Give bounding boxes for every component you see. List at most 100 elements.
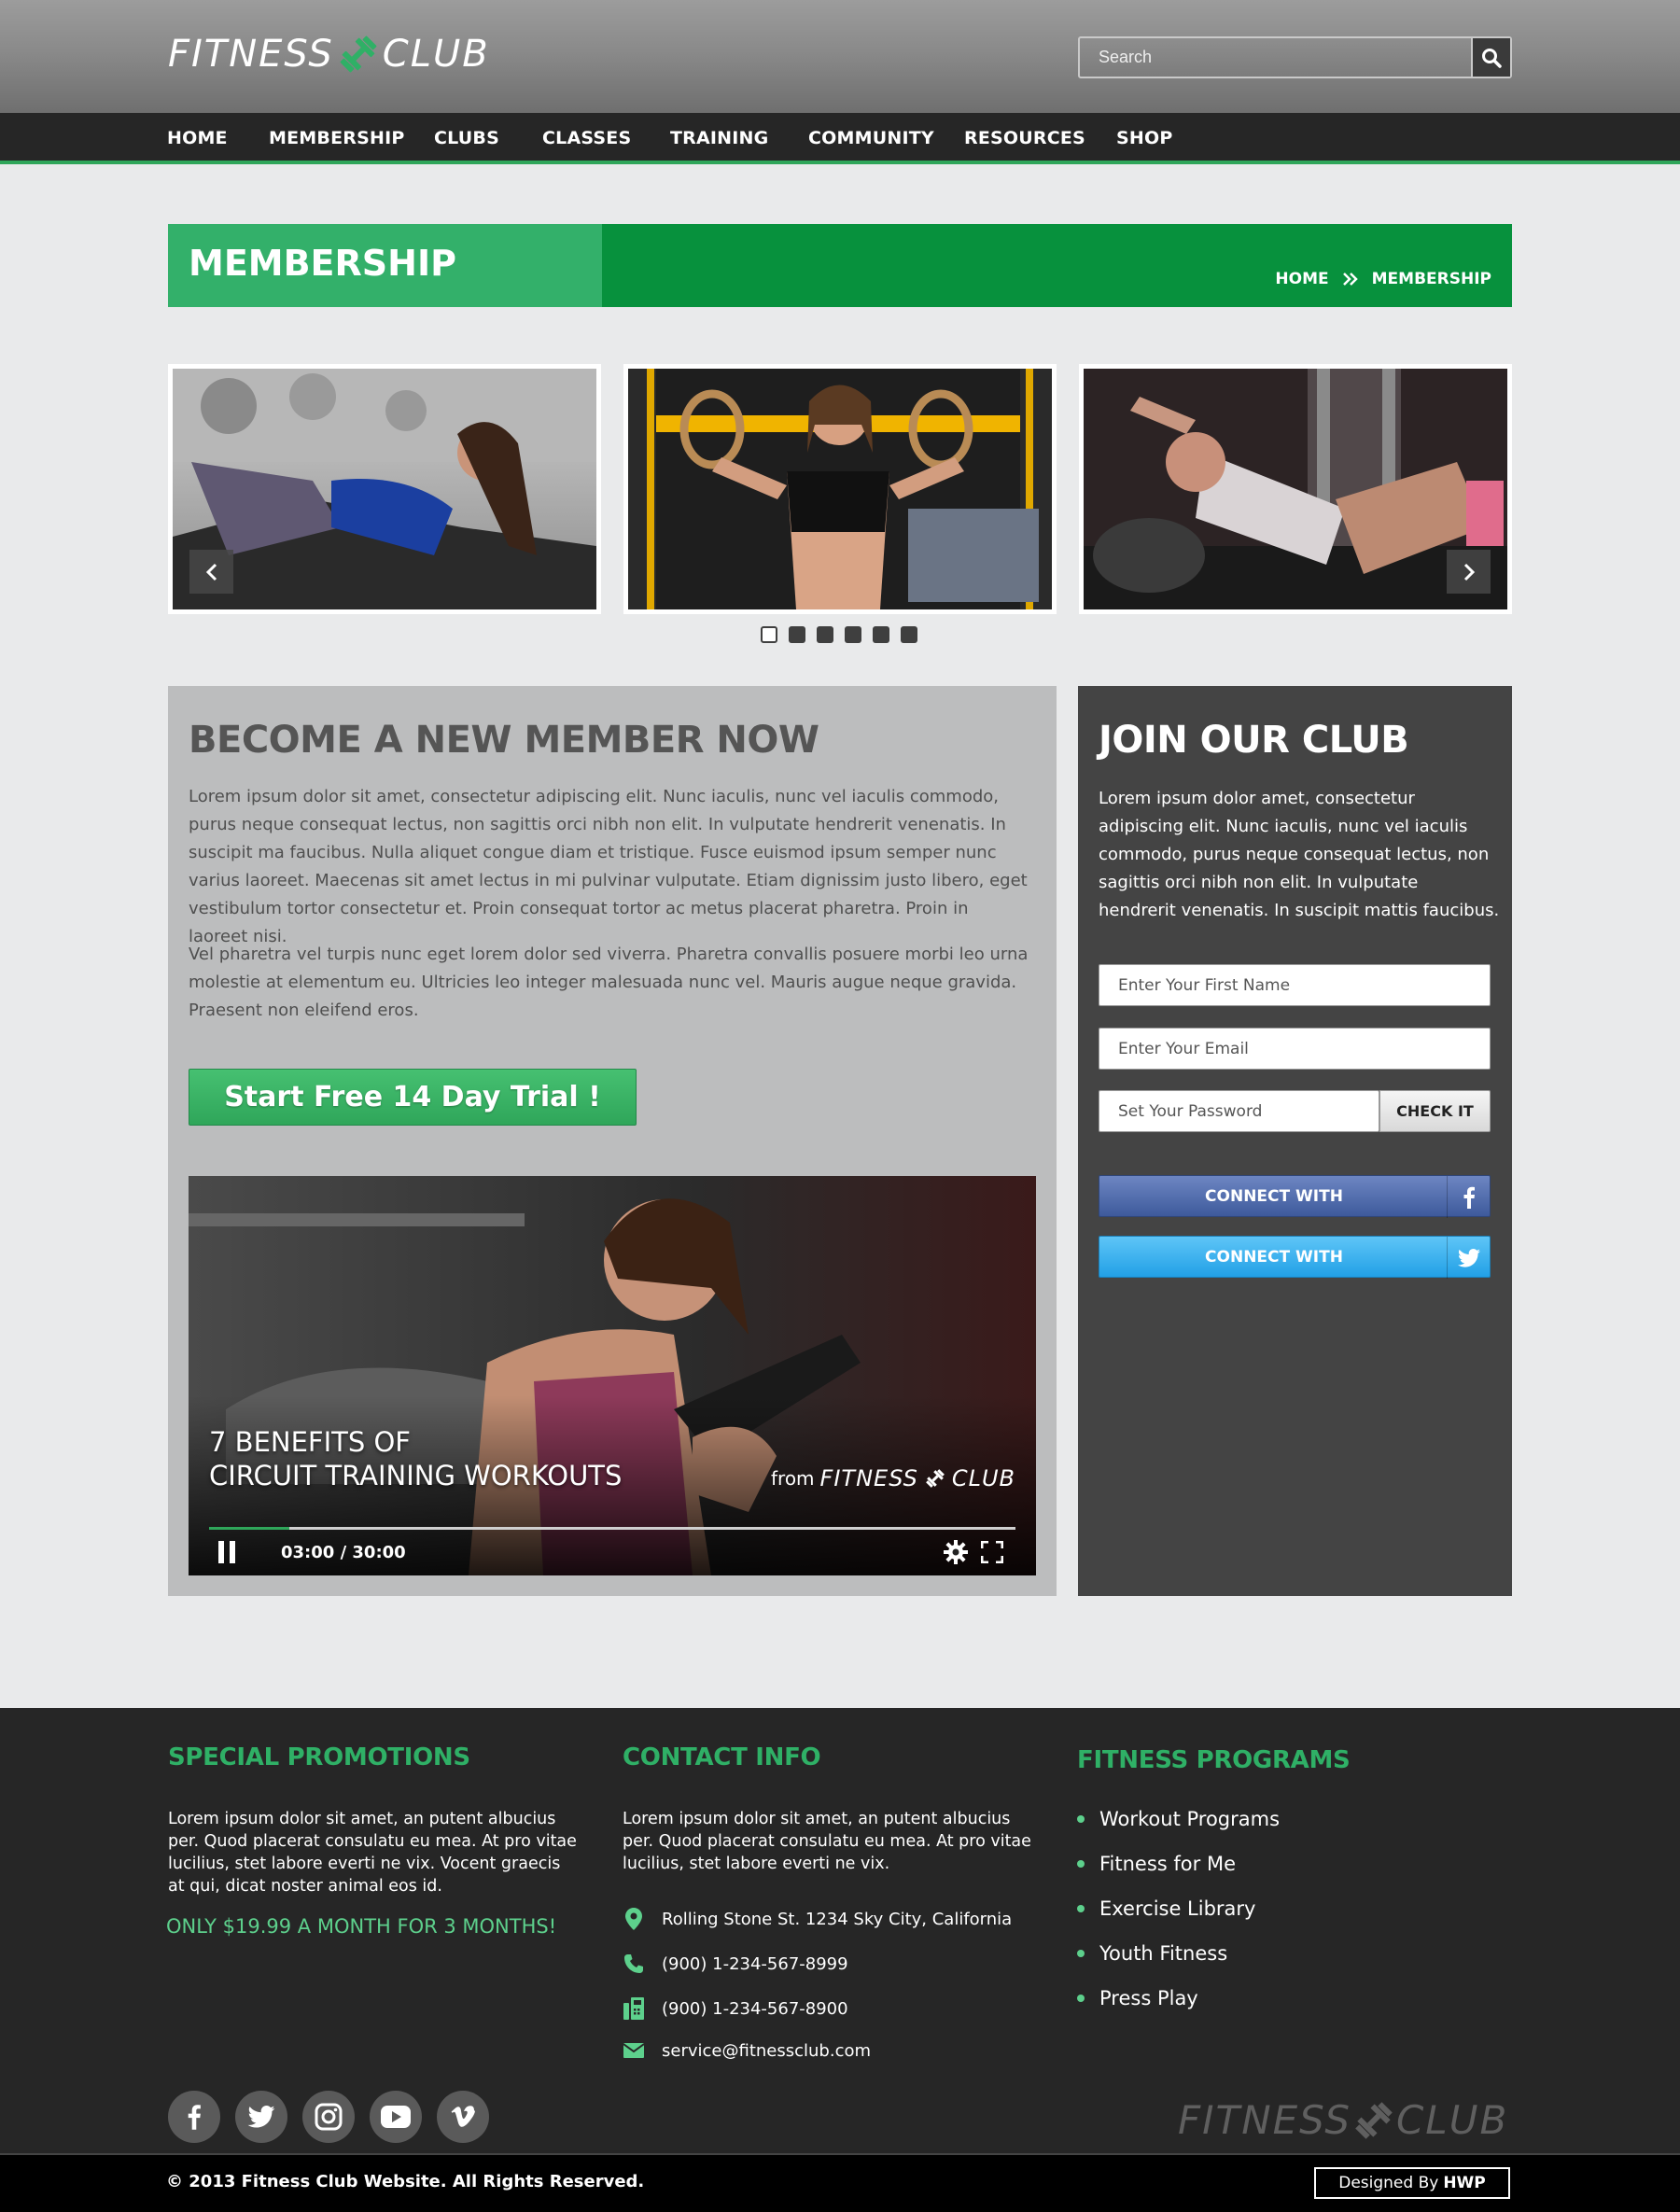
situp-photo: [173, 369, 596, 609]
first-name-field[interactable]: [1099, 964, 1491, 1006]
logo-text-club: CLUB: [382, 33, 490, 76]
instagram-icon: [315, 2103, 343, 2131]
become-member-heading: BECOME A NEW MEMBER NOW: [189, 719, 819, 762]
twitter-icon: [247, 2106, 275, 2128]
free-trial-button[interactable]: Start Free 14 Day Trial !: [189, 1069, 637, 1126]
contact-address-text: Rolling Stone St. 1234 Sky City, Califor…: [662, 1909, 1013, 1929]
designed-by-label: Designed By: [1338, 2174, 1439, 2192]
carousel-dot-4[interactable]: [845, 626, 861, 643]
gear-icon[interactable]: [944, 1540, 968, 1564]
map-pin-icon: [625, 1908, 642, 1930]
chevron-right-icon: [1463, 563, 1475, 581]
connect-facebook-button[interactable]: CONNECT WITH: [1099, 1175, 1491, 1218]
video-progress-fill: [209, 1527, 290, 1530]
contact-fax: (900) 1-234-567-8900: [623, 1997, 848, 2020]
program-label: Exercise Library: [1099, 1897, 1256, 1920]
search-button[interactable]: [1471, 38, 1510, 77]
password-field[interactable]: [1099, 1090, 1379, 1132]
dumbbell-icon: [925, 1469, 945, 1488]
search-input[interactable]: [1080, 38, 1472, 77]
slide-image-situps: [173, 369, 596, 609]
promotions-heading: SPECIAL PROMOTIONS: [168, 1743, 470, 1771]
program-item-press-play[interactable]: Press Play: [1077, 1987, 1198, 2009]
become-member-panel: BECOME A NEW MEMBER NOW Lorem ipsum dolo…: [168, 686, 1057, 1596]
nav-item-clubs[interactable]: CLUBS: [434, 113, 499, 164]
carousel-dot-6[interactable]: [901, 626, 917, 643]
page-title-bar: MEMBERSHIP HOME MEMBERSHIP: [168, 224, 1512, 307]
program-item-youth-fitness[interactable]: Youth Fitness: [1077, 1942, 1227, 1965]
fax-icon: [623, 1997, 644, 2020]
logo-text-fitness: FITNESS: [168, 33, 334, 76]
video-title-line2: CIRCUIT TRAINING WORKOUTS: [209, 1460, 623, 1491]
join-club-panel: JOIN OUR CLUB Lorem ipsum dolor amet, co…: [1078, 686, 1512, 1596]
bullet-icon: [1077, 1860, 1085, 1868]
fullscreen-icon[interactable]: [981, 1541, 1003, 1563]
social-vimeo[interactable]: [437, 2091, 489, 2143]
dumbbell-icon: [1355, 2101, 1393, 2139]
program-item-fitness-for-me[interactable]: Fitness for Me: [1077, 1853, 1236, 1875]
contact-phone[interactable]: (900) 1-234-567-8999: [623, 1953, 848, 1975]
video-title: 7 BENEFITS OF CIRCUIT TRAINING WORKOUTS: [209, 1425, 622, 1492]
email-field[interactable]: [1099, 1028, 1491, 1070]
breadcrumb: HOME MEMBERSHIP: [1275, 270, 1491, 288]
slide-image-rings: [628, 369, 1052, 609]
carousel-dot-5[interactable]: [873, 626, 889, 643]
breadcrumb-current: MEMBERSHIP: [1371, 270, 1491, 288]
connect-facebook-label: CONNECT WITH: [1205, 1187, 1343, 1206]
nav-item-home[interactable]: HOME: [167, 113, 228, 164]
video-from-label: from: [771, 1467, 815, 1490]
carousel-dot-2[interactable]: [789, 626, 805, 643]
vimeo-icon: [451, 2106, 475, 2127]
video-from-logo: from FITNESS CLUB: [771, 1465, 1015, 1491]
copyright-text: © 2013 Fitness Club Website. All Rights …: [166, 2172, 645, 2191]
breadcrumb-home[interactable]: HOME: [1275, 270, 1328, 288]
designed-by-badge[interactable]: Designed By HWP: [1314, 2167, 1510, 2199]
bullet-icon: [1077, 1995, 1085, 2002]
carousel-prev-button[interactable]: [189, 550, 233, 594]
pause-icon[interactable]: [217, 1540, 237, 1564]
nav-item-resources[interactable]: RESOURCES: [964, 113, 1085, 164]
carousel-dot-1[interactable]: [761, 626, 777, 643]
video-time: 03:00 / 30:00: [281, 1543, 406, 1562]
footer-logo-fitness: FITNESS: [1178, 2097, 1351, 2143]
bullet-icon: [1077, 1905, 1085, 1912]
contact-text: Lorem ipsum dolor sit amet, an putent al…: [623, 1810, 1031, 1873]
carousel-dot-3[interactable]: [817, 626, 833, 643]
youtube-icon: [381, 2106, 411, 2128]
nav-item-training[interactable]: TRAINING: [670, 113, 768, 164]
video-logo-fitness: FITNESS: [819, 1465, 918, 1491]
connect-twitter-button[interactable]: CONNECT WITH: [1099, 1236, 1491, 1279]
main-nav: HOME MEMBERSHIP CLUBS CLASSES TRAINING C…: [0, 113, 1680, 164]
social-twitter[interactable]: [235, 2091, 287, 2143]
program-item-workout[interactable]: Workout Programs: [1077, 1808, 1280, 1830]
nav-item-community[interactable]: COMMUNITY: [808, 113, 934, 164]
envelope-icon: [623, 2043, 644, 2058]
check-it-button[interactable]: CHECK IT: [1379, 1090, 1491, 1132]
site-logo[interactable]: FITNESS CLUB: [168, 32, 490, 77]
nav-item-classes[interactable]: CLASSES: [542, 113, 631, 164]
social-instagram[interactable]: [302, 2091, 355, 2143]
contact-phone-text: (900) 1-234-567-8999: [662, 1953, 848, 1974]
promotion-offer[interactable]: ONLY $19.99 A MONTH FOR 3 MONTHS!: [166, 1915, 556, 1938]
nav-item-membership[interactable]: MEMBERSHIP: [269, 113, 404, 164]
video-progress-bar[interactable]: [209, 1527, 1015, 1530]
rings-photo: [628, 369, 1052, 609]
contact-address: Rolling Stone St. 1234 Sky City, Califor…: [623, 1908, 1012, 1930]
video-player[interactable]: 7 BENEFITS OF CIRCUIT TRAINING WORKOUTS …: [189, 1176, 1036, 1575]
footer-logo[interactable]: FITNESS CLUB: [1178, 2097, 1508, 2143]
search-box: [1078, 36, 1512, 78]
contact-email[interactable]: service@fitnessclub.com: [623, 2039, 871, 2062]
program-label: Press Play: [1099, 1987, 1198, 2009]
carousel-next-button[interactable]: [1447, 550, 1491, 594]
nav-item-shop[interactable]: SHOP: [1116, 113, 1172, 164]
member-paragraph-2: Vel pharetra vel turpis nunc eget lorem …: [189, 945, 1029, 1020]
facebook-icon: [188, 2105, 201, 2130]
program-label: Youth Fitness: [1099, 1942, 1228, 1965]
social-facebook[interactable]: [168, 2091, 220, 2143]
program-item-exercise-library[interactable]: Exercise Library: [1077, 1897, 1256, 1920]
bottom-bar: © 2013 Fitness Club Website. All Rights …: [0, 2153, 1680, 2212]
carousel-slide-2[interactable]: [623, 364, 1057, 614]
program-label: Fitness for Me: [1099, 1853, 1236, 1875]
social-youtube[interactable]: [370, 2091, 422, 2143]
dumbbell-icon: [340, 35, 377, 73]
